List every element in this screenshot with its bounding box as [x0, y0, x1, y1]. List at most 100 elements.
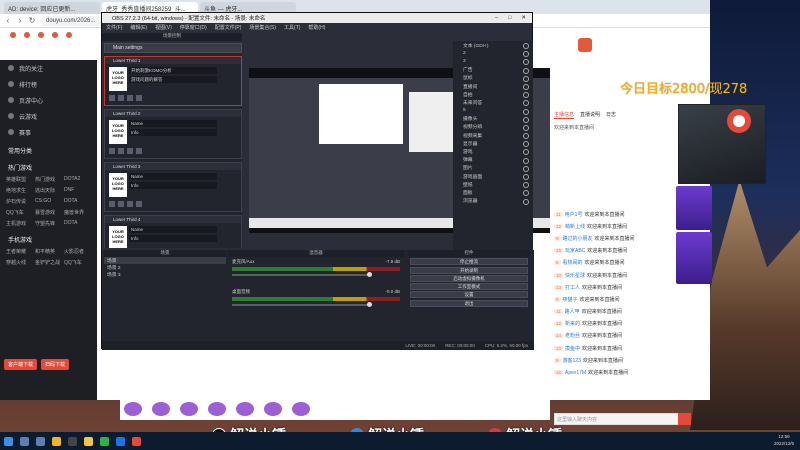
tab-stream-desc[interactable]: 直播说明: [580, 111, 600, 119]
back-icon[interactable]: ‹: [4, 16, 12, 25]
chat-username[interactable]: 路过的小朋友: [563, 235, 593, 242]
stop-streaming-button[interactable]: 停止推流: [410, 258, 528, 266]
category-link[interactable]: 绝地求生: [6, 187, 33, 194]
category-link[interactable]: 穿越火线: [6, 259, 33, 266]
category-link[interactable]: DNF: [64, 187, 91, 194]
lower-third-line1[interactable]: Name: [129, 120, 217, 127]
chat-username[interactable]: Apex17M: [565, 370, 586, 376]
category-link[interactable]: CS:GO: [35, 198, 62, 205]
sidebar-item-esports[interactable]: 赛事: [0, 124, 97, 140]
sidebar-item-rank[interactable]: 排行榜: [0, 76, 97, 92]
source-item[interactable]: 5: [453, 107, 533, 115]
reload-icon[interactable]: ↻: [28, 16, 36, 25]
minimize-icon[interactable]: –: [495, 15, 498, 21]
source-item[interactable]: 浏览器: [453, 197, 533, 205]
settings-button[interactable]: 设置: [410, 291, 528, 299]
source-item[interactable]: 视频采集: [453, 131, 533, 140]
obs-icon[interactable]: [68, 436, 77, 446]
gift-icon[interactable]: [264, 402, 282, 416]
source-item[interactable]: 3: [453, 57, 533, 66]
main-settings-bar[interactable]: Main settings: [104, 43, 242, 53]
category-link[interactable]: 暴雪游戏: [35, 209, 62, 216]
promo-banner[interactable]: [676, 232, 712, 284]
app-icon[interactable]: [116, 436, 125, 446]
chat-username[interactable]: 玩家ABC: [565, 247, 585, 254]
source-item[interactable]: 显示器: [453, 139, 533, 148]
gift-icon[interactable]: [180, 402, 198, 416]
tool-icon[interactable]: [109, 95, 115, 101]
qr-download-button[interactable]: 扫码下载: [41, 359, 70, 370]
gift-icon[interactable]: [208, 402, 226, 416]
source-item[interactable]: 视频分辨: [453, 123, 533, 132]
chat-username[interactable]: 老粉丝: [565, 332, 580, 339]
chat-username[interactable]: 路人甲: [565, 308, 580, 315]
forward-icon[interactable]: ›: [16, 16, 24, 25]
chat-username[interactable]: 快乐星球: [565, 272, 585, 279]
lower-third-header[interactable]: Lower Third 1: [105, 57, 241, 64]
sidebar-item-follow[interactable]: 我的关注: [0, 60, 97, 76]
source-item[interactable]: 面板: [453, 188, 533, 197]
lower-third-line2[interactable]: Info: [129, 129, 217, 136]
folder-icon[interactable]: [84, 436, 93, 446]
tool-icon[interactable]: [136, 148, 142, 154]
chrome-icon[interactable]: [52, 436, 61, 446]
source-item[interactable]: 广告: [453, 66, 533, 74]
category-link[interactable]: 英雄联盟: [6, 176, 33, 183]
browser-tab[interactable]: AD: device: 回应已更新...: [4, 2, 100, 14]
app-icon[interactable]: [132, 436, 141, 446]
menu-file[interactable]: 文件(F): [106, 24, 122, 31]
category-link[interactable]: QQ飞车: [6, 209, 33, 216]
source-item[interactable]: 弹幕: [453, 156, 533, 164]
tool-icon[interactable]: [118, 201, 124, 207]
windows-start-icon[interactable]: [4, 436, 13, 446]
chat-input[interactable]: 这里输入聊天内容: [554, 413, 684, 425]
lower-third-header[interactable]: Lower Third 3: [105, 163, 241, 170]
exit-button[interactable]: 退出: [410, 299, 528, 307]
lower-third-line2[interactable]: Info: [129, 182, 217, 189]
tab-streamer-info[interactable]: 主播信息: [554, 111, 575, 119]
lower-third-header[interactable]: Lower Third 2: [105, 110, 241, 117]
gift-icon[interactable]: [124, 402, 142, 416]
bookmark-icon[interactable]: [66, 32, 72, 38]
tool-icon[interactable]: [127, 148, 133, 154]
tab-log[interactable]: 日志: [606, 111, 616, 119]
menu-edit[interactable]: 编辑(E): [130, 24, 147, 31]
lower-third-header[interactable]: Lower Third 4: [105, 216, 241, 223]
tool-icon[interactable]: [109, 201, 115, 207]
menu-docks[interactable]: 停靠窗口(D): [180, 24, 207, 31]
close-icon[interactable]: ✕: [521, 15, 526, 21]
source-item[interactable]: 自拍: [453, 90, 533, 99]
source-item[interactable]: 直播间: [453, 82, 533, 91]
tool-icon[interactable]: [127, 95, 133, 101]
bookmark-icon[interactable]: [10, 32, 16, 38]
chat-username[interactable]: 萌新上线: [565, 223, 585, 230]
tool-icon[interactable]: [118, 148, 124, 154]
start-recording-button[interactable]: 开始录制: [410, 266, 528, 274]
chat-username[interactable]: 新来的: [565, 320, 580, 327]
promo-banner[interactable]: [676, 186, 712, 230]
menu-tools[interactable]: 工具(T): [284, 24, 300, 31]
search-icon[interactable]: [20, 436, 29, 446]
menu-view[interactable]: 视图(V): [155, 24, 172, 31]
client-download-button[interactable]: 客户端下载: [4, 359, 38, 370]
source-item[interactable]: 摄像头: [453, 115, 533, 123]
lower-third-line2[interactable]: Info: [129, 235, 217, 242]
scene-item[interactable]: 场景 3: [104, 271, 226, 278]
menu-help[interactable]: 帮助(H): [308, 24, 325, 31]
source-item[interactable]: 图片: [453, 164, 533, 172]
lower-third-line2[interactable]: 游戏问题的解答: [129, 76, 217, 83]
category-link[interactable]: 炉石传说: [6, 198, 33, 205]
category-link[interactable]: QQ飞车: [64, 259, 91, 266]
send-button[interactable]: [678, 413, 691, 425]
gift-icon[interactable]: [292, 402, 310, 416]
category-link[interactable]: DOTA2: [64, 176, 91, 183]
chat-username[interactable]: 夜猫子: [563, 296, 578, 303]
category-link[interactable]: 金铲铲之战: [35, 259, 62, 266]
lower-third-line1[interactable]: Name: [129, 173, 217, 180]
menu-profile[interactable]: 配置文件(P): [215, 24, 242, 31]
bookmark-icon[interactable]: [52, 32, 58, 38]
taskbar-clock[interactable]: 12:59 2022/12/5: [774, 433, 794, 447]
virtual-camera-button[interactable]: 启动虚拟摄像机: [410, 274, 528, 282]
tool-icon[interactable]: [136, 95, 142, 101]
chat-username[interactable]: 游客123: [563, 357, 581, 364]
